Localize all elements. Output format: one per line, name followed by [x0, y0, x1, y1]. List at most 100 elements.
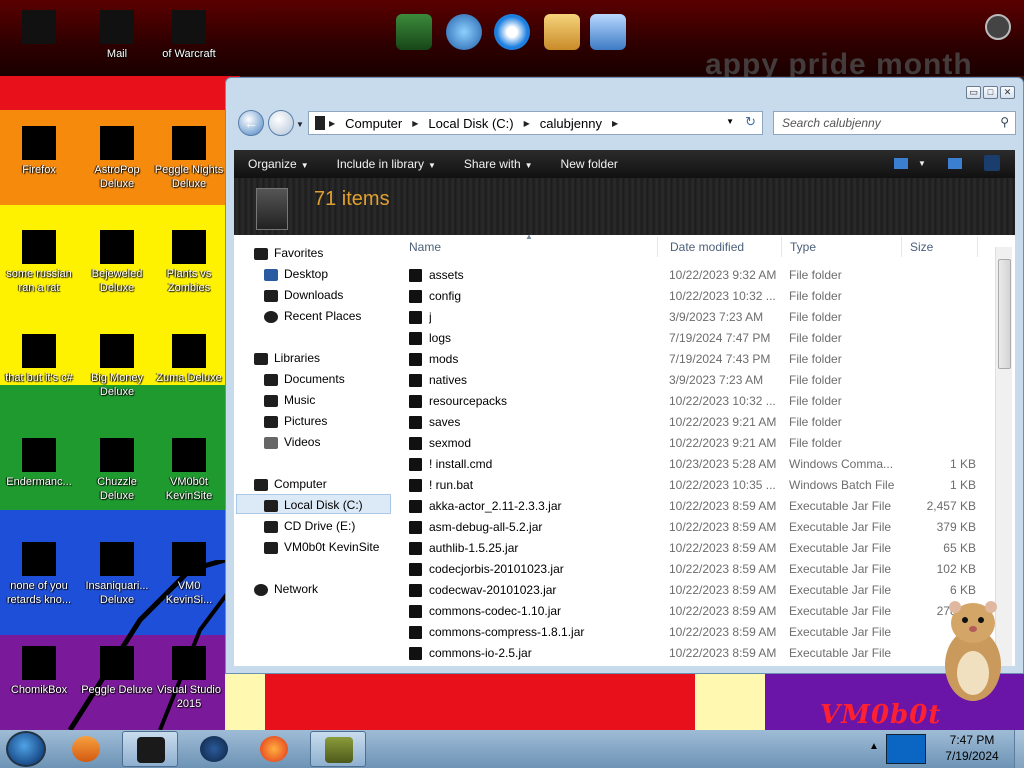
desktop-icon-plants-vs-zombies[interactable]: Plants vs Zombies	[150, 230, 228, 295]
taskbar-chomikbox[interactable]	[310, 731, 366, 767]
nav-pictures[interactable]: Pictures	[264, 411, 327, 431]
taskbar-globe[interactable]	[186, 731, 242, 767]
desktop-icon-vm0-kevinsite[interactable]: VM0 KevinSi...	[150, 542, 228, 607]
preview-pane-icon[interactable]	[948, 158, 962, 169]
desktop-icon-top-1[interactable]	[0, 10, 78, 47]
file-row[interactable]: logs 7/19/2024 7:47 PM File folder	[401, 328, 1001, 349]
show-desktop-button[interactable]	[1014, 730, 1024, 768]
column-date-modified[interactable]: Date modified	[670, 240, 744, 254]
nav-music[interactable]: Music	[264, 390, 315, 410]
desktop-icon-none-of-you[interactable]: none of you retards kno...	[0, 542, 78, 607]
nav-libraries[interactable]: Libraries	[254, 348, 320, 368]
mail-folder-icon[interactable]	[544, 14, 580, 50]
search-input[interactable]: Search calubjenny ⚲	[773, 111, 1016, 135]
address-bar[interactable]: ▶ Computer ▶ Local Disk (C:) ▶ calubjenn…	[308, 111, 763, 135]
desktop-icon-peggle[interactable]: Peggle Deluxe	[78, 646, 156, 697]
nav-recent-places[interactable]: Recent Places	[264, 306, 361, 326]
minimize-button[interactable]: ▭	[966, 86, 981, 99]
maximize-button[interactable]: □	[983, 86, 998, 99]
view-dropdown-icon[interactable]: ▼	[918, 159, 926, 168]
breadcrumb-separator-icon[interactable]: ▶	[612, 119, 618, 128]
desktop-icon-chomikbox[interactable]: ChomikBox	[0, 646, 78, 697]
taskbar-explorer[interactable]	[122, 731, 178, 767]
taskbar-media-player[interactable]	[58, 731, 114, 767]
breadcrumb-computer[interactable]: Computer	[345, 116, 402, 131]
file-row[interactable]: natives 3/9/2023 7:23 AM File folder	[401, 370, 1001, 391]
desktop-icon-astropop[interactable]: AstroPop Deluxe	[78, 126, 156, 191]
file-row[interactable]: authlib-1.5.25.jar 10/22/2023 8:59 AM Exec…	[401, 538, 1001, 559]
desktop-icon-bejeweled[interactable]: Bejeweled Deluxe	[78, 230, 156, 295]
file-row[interactable]: commons-io-2.5.jar 10/22/2023 8:59 AM Exec…	[401, 643, 1001, 664]
file-row[interactable]: ! run.bat 10/22/2023 10:35 ... Windows Bat…	[401, 475, 1001, 496]
back-button[interactable]: ←	[238, 110, 264, 136]
close-button[interactable]: ✕	[1000, 86, 1015, 99]
desktop-icon-warcraft[interactable]: of Warcraft	[150, 10, 228, 61]
file-row[interactable]: mods 7/19/2024 7:43 PM File folder	[401, 349, 1001, 370]
start-button[interactable]	[6, 731, 46, 767]
breadcrumb-separator-icon[interactable]: ▶	[524, 119, 530, 128]
new-folder-button[interactable]: New folder	[547, 157, 632, 171]
desktop-icon-visual-studio[interactable]: Visual Studio 2015	[150, 646, 228, 711]
desktop-icon-chuzzle[interactable]: Chuzzle Deluxe	[78, 438, 156, 503]
users-icon[interactable]	[590, 14, 626, 50]
breadcrumb-separator-icon[interactable]: ▶	[329, 119, 335, 128]
desktop-icon-russian-rat[interactable]: some russian ran a rat	[0, 230, 78, 295]
scrollbar-thumb[interactable]	[998, 259, 1011, 369]
show-hidden-icons-button[interactable]: ▲	[869, 741, 879, 752]
nav-cd-drive[interactable]: CD Drive (E:)	[264, 516, 355, 536]
spreadsheet-icon[interactable]	[396, 14, 432, 50]
file-row[interactable]: commons-compress-1.8.1.jar 10/22/2023 8:5…	[401, 622, 1001, 643]
top-right-circle-button[interactable]	[985, 14, 1011, 40]
forward-button[interactable]	[268, 110, 294, 136]
file-row[interactable]: asm-debug-all-5.2.jar 10/22/2023 8:59 AM E…	[401, 517, 1001, 538]
nav-network[interactable]: Network	[254, 579, 318, 599]
desktop-icon-vm0b0t-kevinsite[interactable]: VM0b0t KevinSite	[150, 438, 228, 503]
share-with-button[interactable]: Share with ▼	[450, 157, 547, 171]
breadcrumb-local-disk[interactable]: Local Disk (C:)	[428, 116, 513, 131]
desktop-icon-insaniquarium[interactable]: Insaniquari... Deluxe	[78, 542, 156, 607]
file-row[interactable]: assets 10/22/2023 9:32 AM File folder	[401, 265, 1001, 286]
desktop-icon-big-money[interactable]: Big Money Deluxe	[78, 334, 156, 399]
help-icon[interactable]	[984, 155, 1000, 171]
desktop-icon-peggle-nights[interactable]: Peggle Nights Deluxe	[150, 126, 228, 191]
file-row[interactable]: codecwav-20101023.jar 10/22/2023 8:59 AM E…	[401, 580, 1001, 601]
nav-desktop[interactable]: Desktop	[264, 264, 328, 284]
desktop-icon-mail[interactable]: Mail	[78, 10, 156, 61]
column-size[interactable]: Size	[910, 240, 933, 254]
file-row[interactable]: j 3/9/2023 7:23 AM File folder	[401, 307, 1001, 328]
title-bar[interactable]: ▭ □ ✕	[226, 78, 1023, 106]
desktop-icon-zuma[interactable]: Zuma Deluxe	[150, 334, 228, 385]
nav-vm-site[interactable]: VM0b0t KevinSite	[264, 537, 379, 557]
nav-computer[interactable]: Computer	[254, 474, 327, 494]
nav-documents[interactable]: Documents	[264, 369, 345, 389]
refresh-icon[interactable]: ↻	[745, 114, 756, 130]
breadcrumb-calubjenny[interactable]: calubjenny	[540, 116, 602, 131]
internet-explorer-icon[interactable]	[494, 14, 530, 50]
file-row[interactable]: codecjorbis-20101023.jar 10/22/2023 8:59 …	[401, 559, 1001, 580]
file-row[interactable]: ! install.cmd 10/23/2023 5:28 AM Windows C…	[401, 454, 1001, 475]
globe-icon[interactable]	[446, 14, 482, 50]
breadcrumb-separator-icon[interactable]: ▶	[412, 119, 418, 128]
taskbar-firefox[interactable]	[246, 731, 302, 767]
search-icon[interactable]: ⚲	[1000, 115, 1009, 129]
nav-local-disk[interactable]: Local Disk (C:)	[236, 494, 391, 514]
organize-button[interactable]: Organize ▼	[234, 157, 323, 171]
column-name[interactable]: Name	[409, 240, 441, 254]
recent-pages-dropdown[interactable]: ▼	[296, 120, 304, 129]
file-row[interactable]: commons-codec-1.10.jar 10/22/2023 8:59 AM…	[401, 601, 1001, 622]
clock[interactable]: 7:47 PM 7/19/2024	[930, 732, 1014, 764]
nav-favorites[interactable]: Favorites	[254, 243, 323, 263]
tray-app-icon[interactable]	[886, 734, 926, 764]
include-in-library-button[interactable]: Include in library ▼	[323, 157, 450, 171]
file-row[interactable]: sexmod 10/22/2023 9:21 AM File folder	[401, 433, 1001, 454]
desktop-icon-firefox[interactable]: Firefox	[0, 126, 78, 177]
column-type[interactable]: Type	[790, 240, 816, 254]
desktop-icon-endermanc[interactable]: Endermanc...	[0, 438, 78, 489]
file-row[interactable]: resourcepacks 10/22/2023 10:32 ... File fo…	[401, 391, 1001, 412]
file-row[interactable]: saves 10/22/2023 9:21 AM File folder	[401, 412, 1001, 433]
nav-downloads[interactable]: Downloads	[264, 285, 343, 305]
change-view-icon[interactable]	[894, 158, 908, 169]
nav-videos[interactable]: Videos	[264, 432, 320, 452]
file-row[interactable]: akka-actor_2.11-2.3.3.jar 10/22/2023 8:59…	[401, 496, 1001, 517]
desktop-icon-csharp[interactable]: that but it's c#	[0, 334, 78, 385]
